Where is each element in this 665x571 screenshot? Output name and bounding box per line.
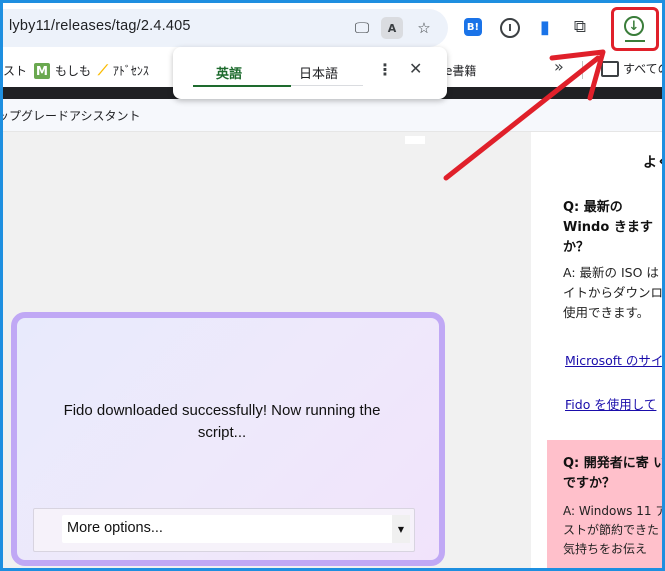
faq-answer-2-line: ストが節約できた xyxy=(563,523,660,537)
page-header-text: ップグレードアシスタント xyxy=(0,109,141,123)
adsense-icon: ⟋ xyxy=(98,62,108,79)
microsoft-site-link[interactable]: Microsoft のサイ xyxy=(565,350,662,369)
decorative-chip xyxy=(405,136,425,144)
dropdown-arrow-icon[interactable]: ▼ xyxy=(392,515,410,543)
all-bookmarks-link[interactable]: すべての xyxy=(623,60,662,77)
tab-source-language[interactable]: 英語 xyxy=(216,63,242,82)
download-button-highlight[interactable]: ↓ xyxy=(611,7,659,51)
faq-answer-1-line: 使用できます。 xyxy=(563,305,650,320)
more-options-select[interactable]: More options... ▼ xyxy=(62,515,410,543)
more-vert-icon[interactable]: ⋮ xyxy=(377,60,393,79)
faq-answer-1-line: A: 最新の ISO は xyxy=(563,265,659,280)
extension-circle-icon[interactable]: I xyxy=(500,18,520,38)
tab-divider-line xyxy=(291,85,363,86)
bookmark-label: ｱﾄﾞｾﾝｽ xyxy=(112,64,149,78)
download-icon[interactable]: ↓ xyxy=(624,16,644,36)
faq-question-2: Q: 開発者に寄 いですか？ xyxy=(563,456,665,491)
fido-usage-link[interactable]: Fido を使用して xyxy=(565,394,656,413)
folder-icon[interactable] xyxy=(601,61,619,77)
faq-answer-2: A: Windows 11 ア ストが節約できた 気持ちをお伝え xyxy=(563,502,665,559)
faq-answer-1-line: イトからダウンロー xyxy=(563,285,665,300)
install-app-icon[interactable]: 🖵 xyxy=(351,17,373,39)
bookmark-adsense[interactable]: ⟋ ｱﾄﾞｾﾝｽ xyxy=(98,62,149,79)
faq-answer-2-line: 気持ちをお伝え xyxy=(563,542,648,556)
browser-window: lyby11/releases/tag/2.4.405 🖵 A ☆ B! I ▮… xyxy=(0,0,665,571)
moshimo-icon: M xyxy=(34,62,50,79)
faq-highlight-box: Q: 開発者に寄 いですか？ A: Windows 11 ア ストが節約できた … xyxy=(547,440,665,568)
download-status-card: Fido downloaded successfully! Now runnin… xyxy=(11,312,445,566)
bookmark-star-icon[interactable]: ☆ xyxy=(413,17,435,39)
faq-answer-2-line: A: Windows 11 ア xyxy=(563,504,665,518)
tab-target-language[interactable]: 日本語 xyxy=(299,63,338,82)
bookmark-label: スト xyxy=(3,64,28,78)
active-tab-indicator xyxy=(193,85,291,87)
hatena-bookmark-icon[interactable]: B! xyxy=(464,18,482,36)
bookmark-item[interactable]: スト xyxy=(3,62,27,79)
faq-question-1: Q: 最新の Windo きますか？ xyxy=(563,200,653,255)
chevron-double-right-icon[interactable]: » xyxy=(554,57,564,76)
bookmark-ebooks[interactable]: e書籍 xyxy=(445,62,476,79)
bookmark-divider xyxy=(582,61,583,79)
faq-heading: よく xyxy=(643,155,662,171)
omnibox[interactable]: lyby11/releases/tag/2.4.405 🖵 A ☆ xyxy=(3,9,448,47)
download-progress-line xyxy=(625,40,645,42)
url-text[interactable]: lyby11/releases/tag/2.4.405 xyxy=(9,18,191,34)
page-header-bar: ップグレードアシスタント xyxy=(3,99,662,132)
extensions-puzzle-icon[interactable]: ⧉ xyxy=(569,16,591,38)
bookmark-label: もしも xyxy=(55,64,92,78)
status-message: Fido downloaded successfully! Now runnin… xyxy=(63,402,381,441)
translate-icon[interactable]: A xyxy=(381,17,403,39)
options-container: More options... ▼ xyxy=(33,508,415,552)
select-value: More options... xyxy=(67,520,163,536)
translate-popup: 英語 日本語 ⋮ ✕ xyxy=(173,47,447,99)
close-icon[interactable]: ✕ xyxy=(409,59,422,78)
faq-answer-1: A: 最新の ISO は イトからダウンロー 使用できます。 xyxy=(563,263,665,323)
chat-icon[interactable]: ▮ xyxy=(534,16,556,38)
bookmark-label: e書籍 xyxy=(445,64,477,78)
bookmark-moshimo[interactable]: M もしも xyxy=(34,62,91,79)
faq-sidebar: よく Q: 最新の Windo きますか？ A: 最新の ISO は イトからダ… xyxy=(531,132,665,568)
address-bar-area: lyby11/releases/tag/2.4.405 🖵 A ☆ B! I ▮… xyxy=(3,3,662,53)
